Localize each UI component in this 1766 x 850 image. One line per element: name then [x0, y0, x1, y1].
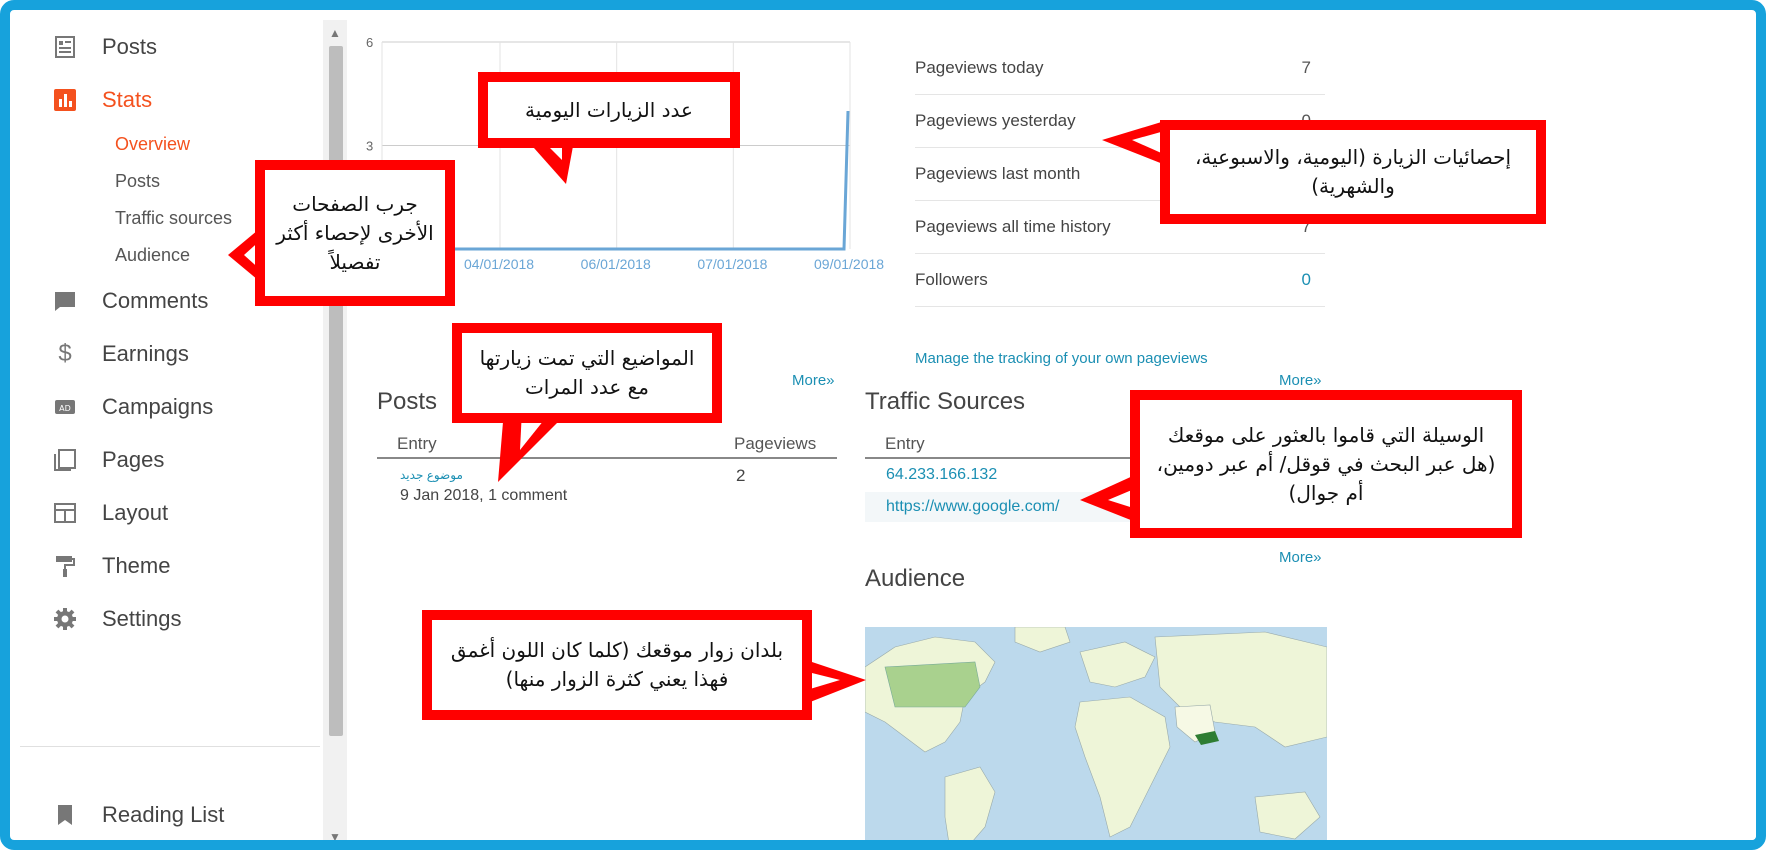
callout-visited-posts: المواضيع التي تمت زيارتها مع عدد المرات	[452, 323, 722, 423]
sidebar-item-pages[interactable]: Pages	[20, 435, 320, 485]
stat-row: Followers 0	[915, 254, 1325, 307]
sidebar-item-label: Layout	[102, 500, 169, 525]
pages-icon	[52, 447, 78, 473]
scroll-down-arrow-icon[interactable]: ▼	[323, 828, 347, 840]
bookmark-icon	[52, 802, 78, 828]
sidebar-item-label: Posts	[102, 34, 158, 59]
sidebar-item-label: Earnings	[102, 341, 189, 366]
sidebar-item-reading-list[interactable]: Reading List	[20, 790, 320, 840]
usa-shape	[884, 661, 981, 708]
sidebar-subitem-traffic-sources[interactable]: Traffic sources	[115, 208, 232, 229]
posts-more-link[interactable]: More»	[792, 372, 835, 389]
layout-icon	[52, 500, 78, 526]
callout-daily-visits: عدد الزيارات اليومية	[478, 72, 740, 148]
screenshot-frame: Posts Stats Overview Posts Traffic sourc…	[0, 0, 1766, 850]
sidebar-item-label: Settings	[102, 606, 182, 631]
sidebar-item-settings[interactable]: Settings	[20, 594, 320, 644]
campaigns-icon: AD	[52, 394, 78, 420]
posts-section-title: Posts	[377, 388, 438, 415]
sidebar-item-label: Comments	[102, 288, 209, 313]
post-title-link[interactable]: موضوع جديد	[400, 468, 463, 482]
posts-col-pageviews: Pageviews	[734, 434, 817, 453]
sidebar-subitem-posts[interactable]: Posts	[115, 171, 160, 192]
x-tick-label: 09/01/2018	[814, 256, 884, 272]
sidebar-item-label: Theme	[102, 553, 171, 578]
callout-other-pages: جرب الصفحات الأخرى لإحصاء أكثر تفصيلاً	[255, 160, 455, 306]
stat-label: Pageviews today	[915, 58, 1044, 77]
svg-text:AD: AD	[59, 404, 71, 413]
blogger-stats-page: Posts Stats Overview Posts Traffic sourc…	[20, 20, 1756, 840]
x-tick-label: 06/01/2018	[581, 256, 651, 272]
traffic-source-link[interactable]: https://www.google.com/	[886, 498, 1059, 516]
comments-icon	[52, 288, 78, 314]
dollar-icon: $	[58, 340, 72, 367]
traffic-table-header-line	[865, 457, 1135, 459]
sidebar-item-theme[interactable]: Theme	[20, 541, 320, 591]
x-tick-label: 04/01/2018	[464, 256, 534, 272]
sidebar-subitem-audience[interactable]: Audience	[115, 245, 190, 266]
y-tick-label: 6	[366, 35, 373, 50]
followers-count-link[interactable]: 0	[1302, 270, 1311, 290]
stat-label: Pageviews last month	[915, 164, 1081, 183]
audience-more-link[interactable]: More»	[1279, 549, 1322, 566]
traffic-col-entry: Entry	[885, 434, 925, 453]
sidebar-item-earnings[interactable]: $ Earnings	[20, 329, 320, 379]
traffic-sources-title: Traffic Sources	[865, 388, 1026, 415]
post-pageviews: 2	[736, 466, 746, 485]
traffic-more-link[interactable]: More»	[1279, 372, 1322, 389]
callout-visitor-countries: بلدان زوار موقعك (كلما كان اللون أغمق فه…	[422, 610, 812, 720]
sidebar-scrollbar[interactable]: ▲ ▼	[323, 20, 347, 840]
sidebar-item-stats[interactable]: Stats	[20, 75, 320, 125]
posts-table-header-line	[377, 457, 837, 459]
manage-tracking-link[interactable]: Manage the tracking of your own pageview…	[915, 350, 1208, 367]
paint-roller-icon	[52, 553, 78, 579]
sidebar-item-posts[interactable]: Posts	[20, 22, 320, 72]
y-tick-label: 3	[366, 139, 373, 154]
posts-icon	[52, 34, 78, 60]
sidebar-item-layout[interactable]: Layout	[20, 488, 320, 538]
stats-icon	[52, 87, 78, 113]
gear-icon	[52, 606, 78, 632]
traffic-source-link[interactable]: 64.233.166.132	[886, 466, 997, 484]
sidebar-item-label: Stats	[102, 87, 153, 112]
sidebar-item-label: Reading List	[102, 802, 225, 827]
audience-world-map	[865, 627, 1327, 840]
posts-col-entry: Entry	[397, 434, 437, 453]
scroll-up-arrow-icon[interactable]: ▲	[323, 24, 347, 42]
stat-label: Pageviews yesterday	[915, 111, 1076, 130]
stat-label: Pageviews all time history	[915, 217, 1111, 236]
stat-value: 7	[1301, 58, 1311, 77]
sidebar-item-campaigns[interactable]: AD Campaigns	[20, 382, 320, 432]
callout-traffic-means: الوسيلة التي قاموا بالعثور على موقعك (هل…	[1130, 390, 1522, 538]
sidebar-item-label: Campaigns	[102, 394, 214, 419]
callout-visit-stats: إحصائيات الزيارة (اليومية، والاسبوعية، و…	[1160, 120, 1546, 224]
x-tick-label: 07/01/2018	[697, 256, 767, 272]
sidebar-item-label: Pages	[102, 447, 165, 472]
stat-row: Pageviews today 7	[915, 42, 1325, 95]
audience-title: Audience	[865, 565, 966, 592]
sidebar: Posts Stats Overview Posts Traffic sourc…	[20, 20, 320, 840]
scroll-thumb[interactable]	[329, 46, 343, 736]
stat-label: Followers	[915, 270, 988, 289]
sidebar-divider	[20, 746, 320, 747]
sidebar-subitem-overview[interactable]: Overview	[115, 134, 190, 155]
